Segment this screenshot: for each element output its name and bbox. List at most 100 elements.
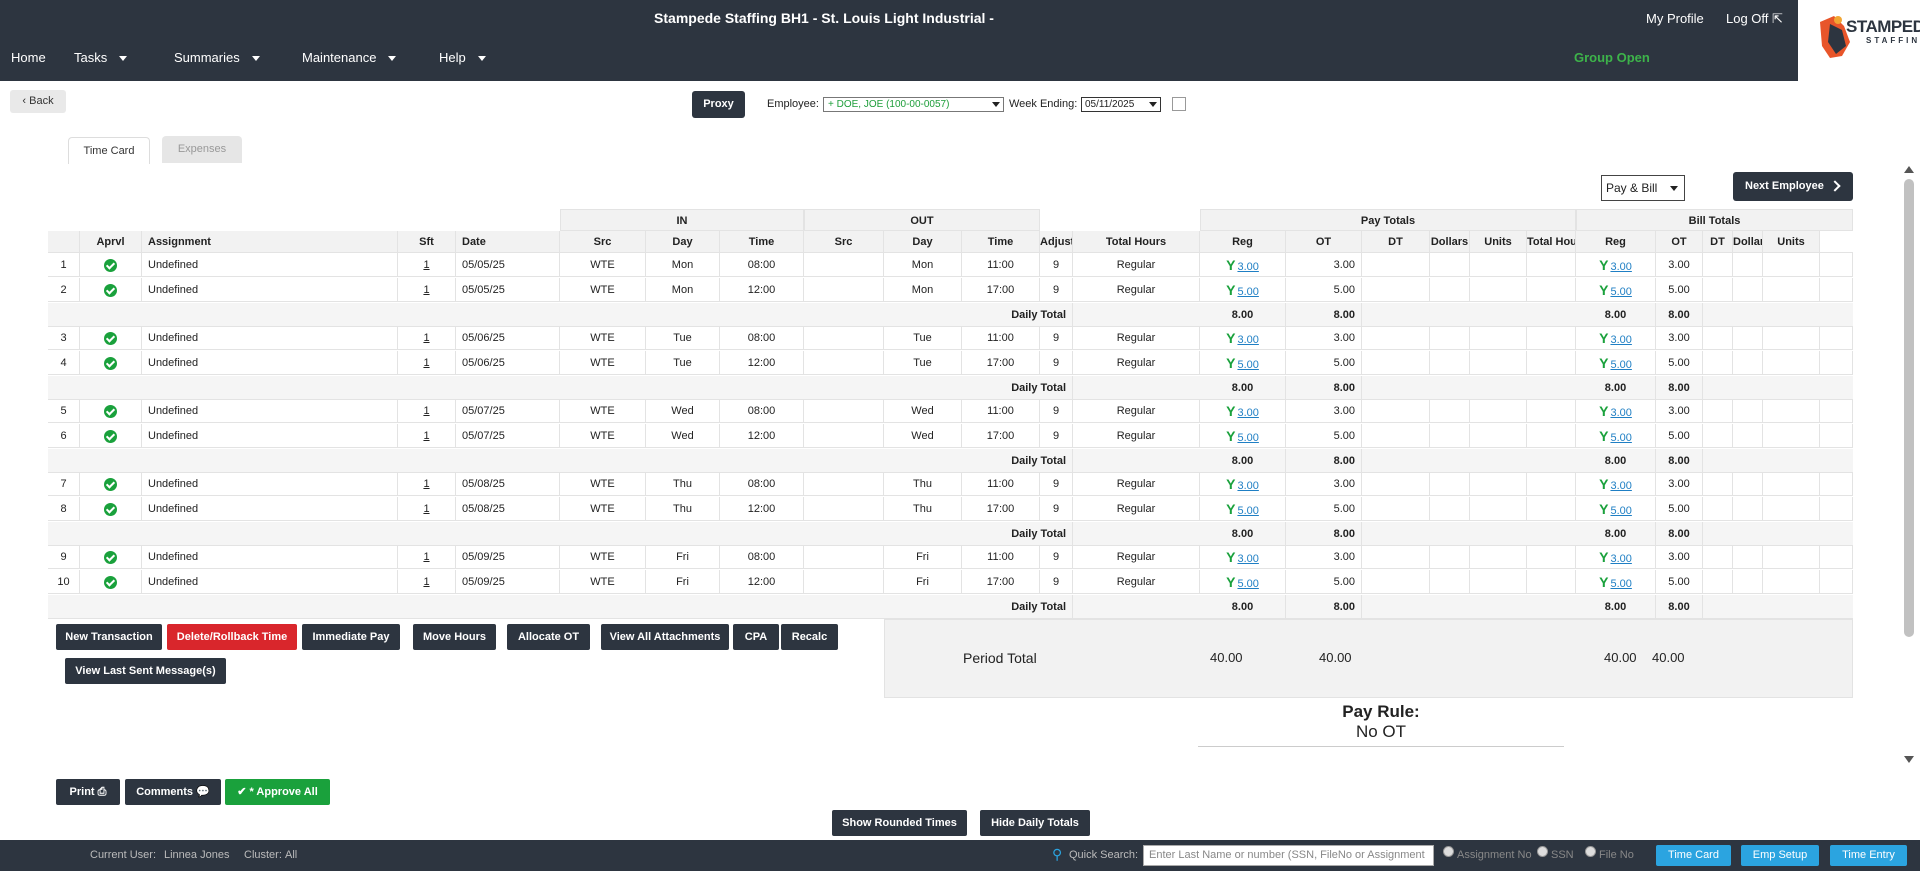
- employee-select[interactable]: + DOE, JOE (100-00-0057): [823, 97, 1004, 112]
- approved-check-icon[interactable]: [104, 575, 117, 589]
- split-icon[interactable]: Y: [1226, 330, 1235, 346]
- split-icon[interactable]: Y: [1226, 403, 1235, 419]
- approved-check-icon[interactable]: [104, 550, 117, 564]
- ssn-radio[interactable]: [1537, 846, 1548, 857]
- new-transaction-button[interactable]: New Transaction: [56, 624, 162, 650]
- delete-rollback-time-button[interactable]: Delete/Rollback Time: [167, 624, 297, 650]
- log-off-link[interactable]: Log Off ⇱: [1726, 11, 1783, 27]
- shift-link[interactable]: 1: [423, 357, 429, 369]
- nav-help[interactable]: Help: [439, 50, 486, 65]
- split-icon[interactable]: Y: [1599, 282, 1608, 298]
- chevron-down-icon[interactable]: [477, 56, 486, 62]
- scroll-down-arrow-icon[interactable]: [1904, 756, 1914, 763]
- scroll-up-arrow-icon[interactable]: [1904, 166, 1914, 173]
- nav-tasks-label[interactable]: Tasks: [74, 50, 107, 65]
- table-row[interactable]: 9 Undefined 1 05/09/25 WTE Fri 08:00 Fri 11:00 9 R…: [48, 545, 1853, 569]
- approved-check-icon[interactable]: [104, 502, 117, 516]
- hours-link[interactable]: 5.00: [1237, 359, 1258, 371]
- assignment-no-radio-label[interactable]: Assignment No: [1457, 849, 1532, 861]
- nav-summaries-label[interactable]: Summaries: [174, 50, 240, 65]
- immediate-pay-button[interactable]: Immediate Pay: [302, 624, 400, 650]
- table-row[interactable]: 7 Undefined 1 05/08/25 WTE Thu 08:00 Thu 11:00 9 R…: [48, 472, 1853, 496]
- hours-link[interactable]: 5.00: [1610, 286, 1631, 298]
- split-icon[interactable]: Y: [1226, 501, 1235, 517]
- table-row[interactable]: 6 Undefined 1 05/07/25 WTE Wed 12:00 Wed 17:00 9 R…: [48, 424, 1853, 448]
- emp-setup-footer-button[interactable]: Emp Setup: [1741, 845, 1819, 866]
- hours-link[interactable]: 5.00: [1237, 505, 1258, 517]
- shift-link[interactable]: 1: [423, 503, 429, 515]
- pay-bill-select[interactable]: Pay & Bill: [1601, 175, 1685, 201]
- split-icon[interactable]: Y: [1226, 574, 1235, 590]
- time-entry-footer-button[interactable]: Time Entry: [1830, 845, 1907, 866]
- split-icon[interactable]: Y: [1599, 330, 1608, 346]
- split-icon[interactable]: Y: [1599, 428, 1608, 444]
- chevron-down-icon[interactable]: [251, 56, 260, 62]
- approved-check-icon[interactable]: [104, 283, 117, 297]
- approved-check-icon[interactable]: [104, 477, 117, 491]
- table-row[interactable]: 5 Undefined 1 05/07/25 WTE Wed 08:00 Wed 11:00 9 R…: [48, 399, 1853, 423]
- shift-link[interactable]: 1: [423, 405, 429, 417]
- hours-link[interactable]: 3.00: [1610, 480, 1631, 492]
- approved-check-icon[interactable]: [104, 429, 117, 443]
- scroll-thumb[interactable]: [1904, 179, 1914, 637]
- shift-link[interactable]: 1: [423, 430, 429, 442]
- calendar-icon[interactable]: [1172, 97, 1186, 111]
- hours-link[interactable]: 5.00: [1237, 432, 1258, 444]
- hours-link[interactable]: 3.00: [1610, 407, 1631, 419]
- cpa-button[interactable]: CPA: [733, 624, 779, 650]
- hours-link[interactable]: 5.00: [1610, 432, 1631, 444]
- nav-maintenance-label[interactable]: Maintenance: [302, 50, 376, 65]
- split-icon[interactable]: Y: [1226, 476, 1235, 492]
- split-icon[interactable]: Y: [1599, 476, 1608, 492]
- nav-home[interactable]: Home: [11, 50, 46, 65]
- hours-link[interactable]: 3.00: [1237, 261, 1258, 273]
- split-icon[interactable]: Y: [1599, 574, 1608, 590]
- tab-expenses[interactable]: Expenses: [162, 136, 242, 163]
- hours-link[interactable]: 5.00: [1237, 286, 1258, 298]
- file-no-radio[interactable]: [1585, 846, 1596, 857]
- table-row[interactable]: 4 Undefined 1 05/06/25 WTE Tue 12:00 Tue 17:00 9 R…: [48, 351, 1853, 375]
- split-icon[interactable]: Y: [1226, 355, 1235, 371]
- log-off-label[interactable]: Log Off: [1726, 11, 1768, 26]
- move-hours-button[interactable]: Move Hours: [413, 624, 496, 650]
- table-row[interactable]: 8 Undefined 1 05/08/25 WTE Thu 12:00 Thu 17:00 9 R…: [48, 497, 1853, 521]
- show-rounded-times-button[interactable]: Show Rounded Times: [832, 810, 967, 836]
- nav-help-label[interactable]: Help: [439, 50, 466, 65]
- allocate-ot-button[interactable]: Allocate OT: [507, 624, 590, 650]
- hours-link[interactable]: 3.00: [1237, 407, 1258, 419]
- table-row[interactable]: 3 Undefined 1 05/06/25 WTE Tue 08:00 Tue 11:00 9 R…: [48, 326, 1853, 350]
- ssn-radio-label[interactable]: SSN: [1551, 849, 1574, 861]
- hours-link[interactable]: 5.00: [1610, 505, 1631, 517]
- time-card-footer-button[interactable]: Time Card: [1656, 845, 1731, 866]
- split-icon[interactable]: Y: [1226, 282, 1235, 298]
- table-row[interactable]: 2 Undefined 1 05/05/25 WTE Mon 12:00 Mon 17:00 9 R…: [48, 278, 1853, 302]
- hours-link[interactable]: 5.00: [1237, 578, 1258, 590]
- shift-link[interactable]: 1: [423, 551, 429, 563]
- view-last-sent-messages-button[interactable]: View Last Sent Message(s): [65, 658, 226, 684]
- split-icon[interactable]: Y: [1599, 501, 1608, 517]
- hours-link[interactable]: 5.00: [1610, 578, 1631, 590]
- quick-search-input[interactable]: Enter Last Name or number (SSN, FileNo o…: [1143, 845, 1434, 866]
- split-icon[interactable]: Y: [1599, 549, 1608, 565]
- shift-link[interactable]: 1: [423, 332, 429, 344]
- vertical-scrollbar[interactable]: [1903, 166, 1915, 766]
- nav-summaries[interactable]: Summaries: [174, 50, 260, 65]
- chevron-down-icon[interactable]: [388, 56, 397, 62]
- approved-check-icon[interactable]: [104, 331, 117, 345]
- shift-link[interactable]: 1: [423, 284, 429, 296]
- hours-link[interactable]: 3.00: [1610, 261, 1631, 273]
- recalc-button[interactable]: Recalc: [781, 624, 838, 650]
- chevron-down-icon[interactable]: [119, 56, 128, 62]
- approve-all-button[interactable]: ✔ * Approve All: [225, 779, 330, 805]
- proxy-button[interactable]: Proxy: [692, 91, 745, 118]
- split-icon[interactable]: Y: [1226, 549, 1235, 565]
- split-icon[interactable]: Y: [1226, 257, 1235, 273]
- nav-maintenance[interactable]: Maintenance: [302, 50, 397, 65]
- split-icon[interactable]: Y: [1599, 355, 1608, 371]
- comments-button[interactable]: Comments 💬: [125, 779, 221, 805]
- hours-link[interactable]: 5.00: [1610, 359, 1631, 371]
- split-icon[interactable]: Y: [1226, 428, 1235, 444]
- shift-link[interactable]: 1: [423, 259, 429, 271]
- nav-tasks[interactable]: Tasks: [74, 50, 128, 65]
- hours-link[interactable]: 3.00: [1610, 334, 1631, 346]
